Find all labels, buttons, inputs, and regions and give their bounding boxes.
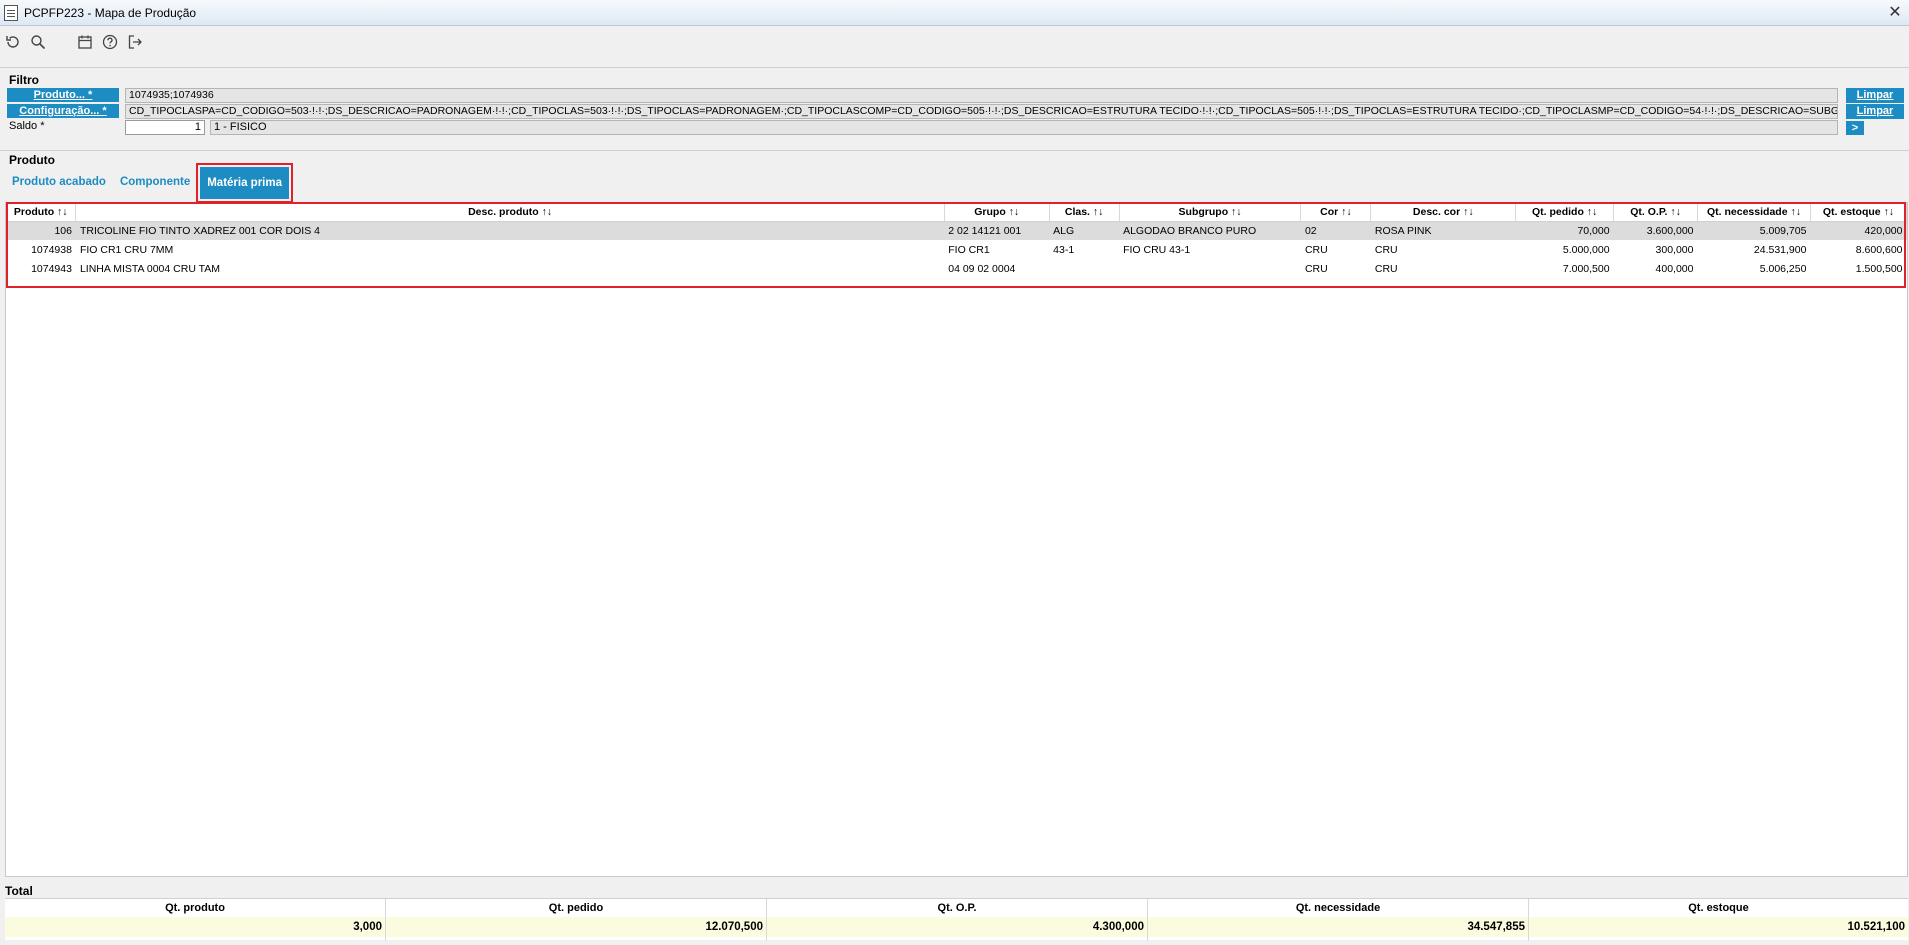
cell-clas: ALG (1049, 221, 1120, 240)
saldo-description: 1 - FISICO (210, 120, 1838, 135)
cell-qt-estoque: 8.600,600 (1855, 243, 1903, 256)
cell-produto: 1074938 (31, 243, 72, 256)
cell-desc-cor: ROSA PINK (1370, 221, 1516, 240)
cell-qt-pedido: 5.000,000 (1562, 243, 1610, 256)
produto-filter-field[interactable]: 1074935;1074936 (125, 88, 1838, 103)
totals-panel: Qt. produto 3,000 Qt. pedido 12.070,500 … (5, 898, 1908, 941)
total-title: Total (5, 884, 33, 898)
cell-subgrupo (1119, 259, 1301, 278)
cell-clas (1049, 259, 1119, 278)
table-row[interactable]: 106 TRICOLINE FIO TINTO XADREZ 001 COR D… (6, 221, 1907, 240)
tab-componente[interactable]: Componente (113, 165, 197, 200)
window-title: PCPFP223 - Mapa de Produção (24, 5, 197, 20)
exit-icon[interactable] (124, 31, 146, 53)
total-value: 34.547,855 (1148, 917, 1528, 937)
total-label: Qt. O.P. (937, 902, 977, 914)
total-label: Qt. pedido (548, 902, 604, 914)
data-table: Produto ↑↓ Desc. produto ↑↓ Grupo ↑↓ Cla… (6, 203, 1908, 278)
produto-tabs: Produto acabado Componente Matéria prima (5, 162, 293, 203)
cell-desc-produto: LINHA MISTA 0004 CRU TAM (79, 262, 221, 275)
cell-qt-estoque: 420,000 (1810, 221, 1907, 240)
cell-desc-cor: CRU (1374, 243, 1398, 256)
total-qt-estoque: Qt. estoque 10.521,100 (1529, 899, 1908, 941)
total-label: Qt. produto (165, 902, 225, 914)
cell-qt-op: 400,000 (1655, 262, 1694, 275)
cell-qt-necessidade: 5.009,705 (1697, 221, 1811, 240)
tab-produto-acabado[interactable]: Produto acabado (5, 165, 113, 200)
total-qt-necessidade: Qt. necessidade 34.547,855 (1148, 899, 1529, 941)
saldo-input[interactable]: 1 (125, 120, 205, 135)
column-header-qt-pedido[interactable]: Qt. pedido ↑↓ (1515, 203, 1615, 222)
column-header-clas[interactable]: Clas. ↑↓ (1049, 203, 1120, 222)
table-row[interactable]: 1074943 LINHA MISTA 0004 CRU TAM 04 09 0… (6, 259, 1907, 278)
cell-qt-estoque: 1.500,500 (1855, 262, 1903, 275)
cell-qt-op: 3.600,000 (1613, 221, 1698, 240)
cell-desc-produto: TRICOLINE FIO TINTO XADREZ 001 COR DOIS … (75, 221, 945, 240)
limpar-produto-button[interactable]: Limpar (1846, 88, 1904, 103)
cell-cor: CRU (1304, 243, 1328, 256)
materia-prima-grid: Produto ↑↓ Desc. produto ↑↓ Grupo ↑↓ Cla… (5, 202, 1908, 877)
document-icon (4, 4, 18, 21)
cell-desc-produto: FIO CR1 CRU 7MM (79, 243, 174, 256)
column-header-cor[interactable]: Cor ↑↓ (1300, 203, 1372, 222)
total-value: 12.070,500 (386, 917, 766, 937)
total-label: Qt. estoque (1688, 902, 1749, 914)
column-header-grupo[interactable]: Grupo ↑↓ (944, 203, 1050, 222)
total-qt-produto: Qt. produto 3,000 (5, 899, 386, 941)
title-bar: PCPFP223 - Mapa de Produção ✕ (0, 0, 1909, 26)
help-icon[interactable] (99, 31, 121, 53)
cell-grupo: FIO CR1 (948, 243, 990, 256)
divider (0, 67, 1909, 68)
cell-qt-pedido: 70,000 (1515, 221, 1614, 240)
table-row[interactable]: 1074938 FIO CR1 CRU 7MM FIO CR1 43-1 FIO… (6, 240, 1907, 259)
search-icon[interactable] (27, 31, 49, 53)
total-value: 3,000 (5, 917, 385, 937)
cell-grupo: 2 02 14121 001 (944, 221, 1050, 240)
cell-produto: 106 (6, 221, 76, 240)
cell-grupo: 04 09 02 0004 (948, 262, 1016, 275)
refresh-icon[interactable] (2, 31, 24, 53)
close-icon[interactable]: ✕ (1885, 3, 1905, 23)
total-qt-pedido: Qt. pedido 12.070,500 (386, 899, 767, 941)
cell-qt-necessidade: 24.531,900 (1753, 243, 1807, 256)
chevron-right-icon[interactable]: > (1846, 121, 1864, 135)
cell-qt-pedido: 7.000,500 (1562, 262, 1610, 275)
cell-clas: 43-1 (1053, 243, 1075, 256)
column-header-desc-cor[interactable]: Desc. cor ↑↓ (1370, 203, 1517, 222)
divider (0, 150, 1909, 151)
total-label: Qt. necessidade (1295, 902, 1381, 914)
total-qt-op: Qt. O.P. 4.300,000 (767, 899, 1148, 941)
tab-materia-prima[interactable]: Matéria prima (196, 162, 293, 203)
configuracao-filter-field[interactable]: CD_TIPOCLASPA=CD_CODIGO=503·!·!·;DS_DESC… (125, 104, 1838, 119)
cell-qt-op: 300,000 (1655, 243, 1694, 256)
cell-produto: 1074943 (31, 262, 72, 275)
column-header-desc-produto[interactable]: Desc. produto ↑↓ (75, 203, 945, 222)
cell-qt-necessidade: 5.006,250 (1759, 262, 1807, 275)
cell-cor: CRU (1304, 262, 1328, 275)
total-value: 4.300,000 (767, 917, 1147, 937)
column-header-subgrupo[interactable]: Subgrupo ↑↓ (1119, 203, 1302, 222)
column-header-qt-op[interactable]: Qt. O.P. ↑↓ (1613, 203, 1698, 222)
total-value: 10.521,100 (1529, 917, 1908, 937)
cell-subgrupo: ALGODAO BRANCO PURO (1119, 221, 1301, 240)
filter-title: Filtro (9, 73, 39, 87)
cell-desc-cor: CRU (1374, 262, 1398, 275)
column-header-qt-necessidade[interactable]: Qt. necessidade ↑↓ (1697, 203, 1811, 222)
limpar-configuracao-button[interactable]: Limpar (1846, 104, 1904, 119)
toolbar (0, 27, 1909, 57)
cell-cor: 02 (1300, 221, 1371, 240)
calendar-icon[interactable] (74, 31, 96, 53)
cell-subgrupo: FIO CRU 43-1 (1123, 243, 1191, 256)
table-header-row: Produto ↑↓ Desc. produto ↑↓ Grupo ↑↓ Cla… (6, 203, 1908, 222)
saldo-label: Saldo * (9, 120, 45, 132)
produto-filter-button[interactable]: Produto... * (7, 88, 119, 102)
configuracao-filter-button[interactable]: Configuração... * (7, 104, 119, 118)
column-header-produto[interactable]: Produto ↑↓ (6, 203, 77, 222)
column-header-qt-estoque[interactable]: Qt. estoque ↑↓ (1810, 203, 1908, 222)
